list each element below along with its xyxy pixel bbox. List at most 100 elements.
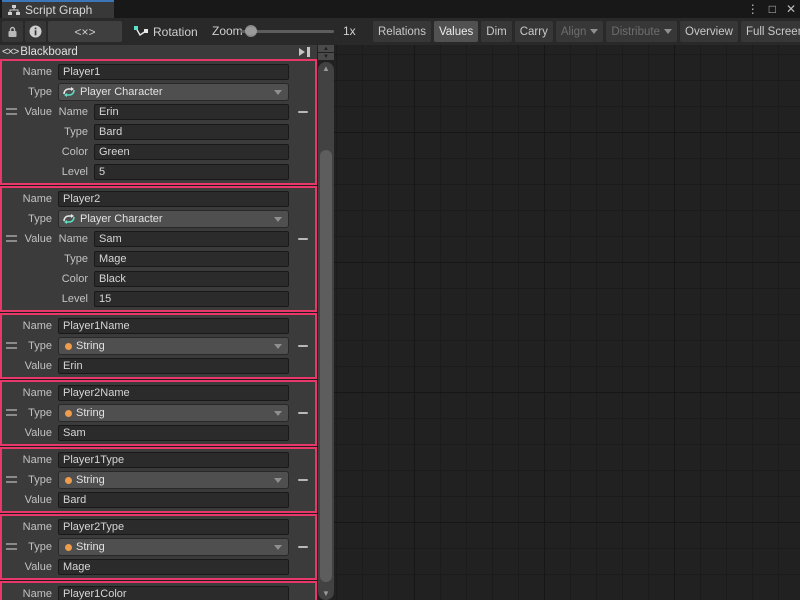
string-type-icon [65, 477, 72, 484]
player-character-type-icon [62, 86, 76, 98]
scrollbar-up-icon[interactable]: ▲ [318, 64, 334, 73]
variable-type-dropdown[interactable]: Player Character [58, 210, 289, 228]
dock-panel-icon[interactable] [298, 47, 311, 57]
variable-value-row: ValueMage [2, 557, 315, 577]
graph-toolbar-button-align[interactable]: Align [556, 21, 604, 42]
variable-value-field[interactable]: Sam [58, 425, 289, 441]
node-edge-icon [133, 25, 148, 39]
graph-toolbar-button-overview[interactable]: Overview [680, 21, 738, 42]
variable-type-dropdown[interactable]: String [58, 538, 289, 556]
variable-value-field[interactable]: Bard [58, 492, 289, 508]
drag-handle-icon[interactable] [6, 235, 17, 242]
drag-handle-icon[interactable] [6, 108, 17, 115]
blackboard-variable-player1type: NamePlayer1TypeTypeStringValueBard [0, 447, 317, 513]
blackboard-variable-player2name: NamePlayer2NameTypeStringValueSam [0, 380, 317, 446]
graph-toolbar: Relations ValuesDimCarry Align DistributeOv… [373, 21, 800, 42]
remove-variable-button[interactable] [298, 546, 308, 548]
variable-type-dropdown[interactable]: Player Character [58, 83, 289, 101]
maximize-icon[interactable]: □ [769, 0, 776, 18]
remove-variable-button[interactable] [298, 479, 308, 481]
variable-value-field[interactable]: Mage [58, 559, 289, 575]
value-level-field[interactable]: 5 [94, 164, 289, 180]
lock-icon [7, 26, 18, 38]
value-type-field[interactable]: Mage [94, 251, 289, 267]
scroll-up-mini-icon[interactable]: ▲ [318, 45, 334, 52]
variable-type-row: TypeString [2, 336, 315, 356]
info-button[interactable] [25, 21, 46, 42]
field-label: Type [58, 126, 94, 138]
drag-handle-icon[interactable] [6, 342, 17, 349]
variable-name-row: NamePlayer2 [2, 189, 315, 209]
zoom-label: Zoom [212, 18, 243, 45]
variable-type-dropdown[interactable]: String [58, 404, 289, 422]
variable-name-row: NamePlayer2Name [2, 383, 315, 403]
value-name-field[interactable]: Erin [94, 104, 289, 120]
field-label: Value [2, 360, 58, 372]
button-label: Relations [378, 26, 426, 38]
variable-value-row: TypeBard [2, 122, 315, 142]
value-color-field[interactable]: Green [94, 144, 289, 160]
graph-toolbar-button-full-screen[interactable]: Full Screen [741, 21, 800, 42]
graph-pointer-chip[interactable]: Rotation [133, 21, 198, 42]
variable-name-field[interactable]: Player1Name [58, 318, 289, 334]
variable-name-field[interactable]: Player2Type [58, 519, 289, 535]
variable-name-row: NamePlayer1Name [2, 316, 315, 336]
chevron-down-icon [590, 29, 598, 34]
variable-value-field[interactable]: Erin [58, 358, 289, 374]
variable-value-row: Level15 [2, 289, 315, 309]
value-type-field[interactable]: Bard [94, 124, 289, 140]
code-icon: <×> [74, 25, 95, 39]
remove-variable-button[interactable] [298, 111, 308, 113]
scroll-down-mini-icon[interactable]: ▼ [318, 53, 334, 60]
blackboard-variable-player1name: NamePlayer1NameTypeStringValueErin [0, 313, 317, 379]
type-dropdown-label: Player Character [80, 213, 270, 225]
variable-type-dropdown[interactable]: String [58, 337, 289, 355]
panel-scroll-arrows: ▲ ▼ [318, 45, 334, 60]
rotation-label: Rotation [153, 25, 198, 39]
graph-toolbar-button-relations[interactable]: Relations [373, 21, 431, 42]
field-label: Name [2, 588, 58, 600]
graph-toolbar-button-dim[interactable]: Dim [481, 21, 511, 42]
tab-script-graph[interactable]: Script Graph [2, 0, 114, 18]
variable-type-row: TypeString [2, 537, 315, 557]
drag-handle-icon[interactable] [6, 476, 17, 483]
variable-type-dropdown[interactable]: String [58, 471, 289, 489]
variable-name-row: NamePlayer1 [2, 62, 315, 82]
zoom-slider-handle[interactable] [245, 25, 257, 37]
zoom-slider[interactable] [241, 30, 334, 33]
variable-value-row: ValueSam [2, 423, 315, 443]
graph-toolbar-button-values[interactable]: Values [434, 21, 478, 42]
value-color-field[interactable]: Black [94, 271, 289, 287]
scrollbar-thumb[interactable] [320, 150, 332, 582]
value-level-field[interactable]: 15 [94, 291, 289, 307]
remove-variable-button[interactable] [298, 345, 308, 347]
drag-handle-icon[interactable] [6, 543, 17, 550]
chevron-down-icon [274, 217, 282, 222]
remove-variable-button[interactable] [298, 238, 308, 240]
window-menu-icon[interactable]: ⋮ [747, 0, 759, 18]
field-label: Type [2, 213, 58, 225]
value-name-field[interactable]: Sam [94, 231, 289, 247]
code-icon: <×> [2, 46, 18, 58]
variable-name-field[interactable]: Player1Color [58, 586, 289, 600]
drag-handle-icon[interactable] [6, 409, 17, 416]
graph-toolbar-button-distribute[interactable]: Distribute [606, 21, 677, 42]
button-label: Align [561, 26, 587, 38]
variable-name-field[interactable]: Player1 [58, 64, 289, 80]
variable-type-row: TypeString [2, 403, 315, 423]
variable-value-row: ValueNameSam [2, 229, 315, 249]
script-graph-icon [8, 5, 20, 16]
chevron-down-icon [274, 411, 282, 416]
variable-name-field[interactable]: Player2 [58, 191, 289, 207]
variable-name-field[interactable]: Player2Name [58, 385, 289, 401]
remove-variable-button[interactable] [298, 412, 308, 414]
graph-toolbar-button-carry[interactable]: Carry [515, 21, 553, 42]
type-dropdown-label: String [76, 407, 270, 419]
code-view-button[interactable]: <×> [48, 21, 122, 42]
variable-value-row: ValueErin [2, 356, 315, 376]
variable-name-field[interactable]: Player1Type [58, 452, 289, 468]
close-icon[interactable]: ✕ [786, 0, 796, 18]
scrollbar-down-icon[interactable]: ▼ [318, 589, 334, 598]
lock-button[interactable] [2, 21, 23, 42]
field-label: Level [58, 293, 94, 305]
